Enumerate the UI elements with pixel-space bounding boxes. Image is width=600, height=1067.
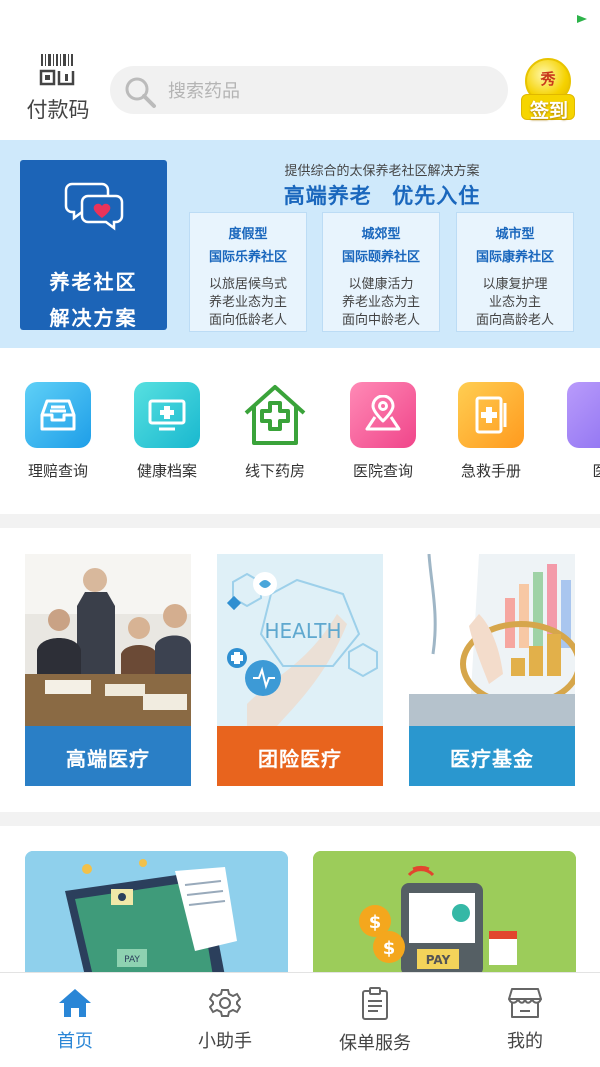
checkin-badge: 秀 [540, 71, 556, 88]
tab-label: 保单服务 [339, 1033, 411, 1053]
card-desc-line: 养老业态为主 [341, 294, 420, 309]
shortcut-first-aid[interactable]: 急救手册 [449, 382, 533, 481]
gear-icon [209, 989, 241, 1017]
card-desc-line: 以康复护理 [482, 276, 548, 291]
paycode-button[interactable]: 付款码 [20, 54, 96, 128]
home-icon [59, 989, 91, 1017]
store-icon [508, 988, 542, 1018]
product-card-medical-fund[interactable]: 医疗基金 [409, 554, 575, 786]
shortcut-label: 急救手册 [460, 463, 521, 480]
card-desc: 以康复护理 业态为主 面向高龄老人 [457, 275, 573, 329]
clipboard-icon [362, 987, 388, 1020]
health-graphic-image: HEALTH [217, 554, 383, 726]
tab-assistant[interactable]: 小助手 [150, 973, 300, 1067]
card-name: 国际康养社区 [475, 249, 554, 264]
card-type: 度假型 [228, 226, 268, 241]
card-desc-line: 养老业态为主 [208, 294, 287, 309]
product-card-group-medical[interactable]: HEALTH 团险医疗 [217, 554, 383, 786]
card-name: 国际颐养社区 [341, 249, 420, 264]
checkin-label-box: 签到 [521, 94, 575, 122]
product-footer: 团险医疗 [217, 726, 383, 786]
shortcut-partial[interactable]: 医 [558, 382, 600, 481]
card-desc-line: 面向低龄老人 [208, 312, 287, 327]
tab-policy-service[interactable]: 保单服务 [300, 973, 450, 1067]
card-desc: 以旅居候鸟式 养老业态为主 面向低龄老人 [190, 275, 306, 329]
community-card-urban: 城市型 国际康养社区 以康复护理 业态为主 面向高龄老人 [456, 212, 574, 332]
shortcut-label: 线下药房 [244, 463, 305, 480]
shortcut-offline-pharmacy[interactable]: 线下药房 [233, 382, 317, 481]
paycode-label: 付款码 [26, 99, 90, 122]
shortcut-row: 理赔查询 健康档案 线下药房 医院查询 急救手册 医 [0, 348, 600, 514]
community-card-suburban: 城郊型 国际颐养社区 以健康活力 养老业态为主 面向中龄老人 [322, 212, 440, 332]
section-divider [0, 812, 600, 826]
pay-text: PAY [426, 953, 451, 967]
tab-label: 首页 [57, 1031, 93, 1051]
promo-card-mobile-pay[interactable]: PAY $ $ [313, 851, 576, 976]
shortcut-label: 健康档案 [136, 463, 197, 480]
card-desc-line: 以旅居候鸟式 [208, 276, 287, 291]
inbox-icon [25, 382, 91, 448]
product-label: 高端医疗 [66, 749, 150, 771]
shortcut-claims-query[interactable]: 理赔查询 [16, 382, 100, 481]
tab-home[interactable]: 首页 [0, 973, 150, 1067]
shortcut-label: 医 [592, 463, 600, 480]
tab-label: 我的 [507, 1031, 543, 1051]
status-bar [0, 0, 600, 40]
card-desc-line: 以健康活力 [348, 276, 414, 291]
card-type: 城郊型 [361, 226, 401, 241]
tab-mine[interactable]: 我的 [450, 973, 600, 1067]
banner-top-line: 提供综合的太保养老社区解决方案 [284, 163, 480, 178]
pharmacy-house-icon [242, 382, 308, 448]
shortcut-hospital-query[interactable]: 医院查询 [341, 382, 425, 481]
shortcut-label: 医院查询 [352, 463, 413, 480]
checkin-label: 签到 [529, 101, 568, 122]
promo-card-payment[interactable]: PAY [25, 851, 288, 976]
shortcut-health-record[interactable]: 健康档案 [125, 382, 209, 481]
product-footer: 医疗基金 [409, 726, 575, 786]
banner-left-title: 养老社区 [49, 272, 138, 294]
business-meeting-image [25, 554, 191, 726]
elderly-community-banner[interactable]: 养老社区 解决方案 提供综合的太保养老社区解决方案 高端养老 优先入住 度假型 … [0, 140, 600, 348]
card-desc-line: 面向中龄老人 [341, 312, 420, 327]
community-card-resort: 度假型 国际乐养社区 以旅居候鸟式 养老业态为主 面向低龄老人 [189, 212, 307, 332]
checkin-button[interactable]: 秀 签到 [521, 58, 575, 124]
doctor-coins-image [409, 554, 575, 726]
signal-icon [577, 15, 587, 23]
banner-slogan: 高端养老 优先入住 [283, 185, 481, 208]
health-text: HEALTH [264, 619, 341, 643]
barcode-icon [39, 54, 75, 86]
svg-text:$: $ [383, 938, 396, 959]
pay-text: PAY [124, 955, 140, 965]
shortcut-label: 理赔查询 [27, 463, 88, 480]
search-icon [125, 77, 156, 108]
search-placeholder: 搜索药品 [168, 81, 240, 101]
product-footer: 高端医疗 [25, 726, 191, 786]
search-input[interactable]: 搜索药品 [110, 66, 508, 114]
location-pin-icon [350, 382, 416, 448]
banner-left-subtitle: 解决方案 [49, 308, 138, 330]
card-desc-line: 业态为主 [488, 294, 541, 309]
phone-payment-image: PAY $ $ [313, 851, 576, 976]
product-label: 团险医疗 [258, 749, 342, 771]
card-desc: 以健康活力 养老业态为主 面向中龄老人 [323, 275, 439, 329]
product-label: 医疗基金 [450, 749, 534, 771]
product-card-premium-medical[interactable]: 高端医疗 [25, 554, 191, 786]
banner-left-panel: 养老社区 解决方案 [20, 160, 167, 330]
svg-text:$: $ [369, 912, 382, 933]
first-aid-book-icon [458, 382, 524, 448]
top-bar: 付款码 搜索药品 秀 签到 [0, 40, 600, 140]
card-name: 国际乐养社区 [208, 249, 287, 264]
card-desc-line: 面向高龄老人 [475, 312, 554, 327]
partial-icon [567, 382, 600, 448]
tab-label: 小助手 [198, 1031, 252, 1051]
card-type: 城市型 [495, 226, 535, 241]
section-divider [0, 514, 600, 528]
health-record-icon [134, 382, 200, 448]
bottom-tab-bar: 首页 小助手 保单服务 我的 [0, 972, 600, 1067]
computer-payment-image: PAY [25, 851, 288, 976]
chat-heart-icon [64, 182, 124, 231]
